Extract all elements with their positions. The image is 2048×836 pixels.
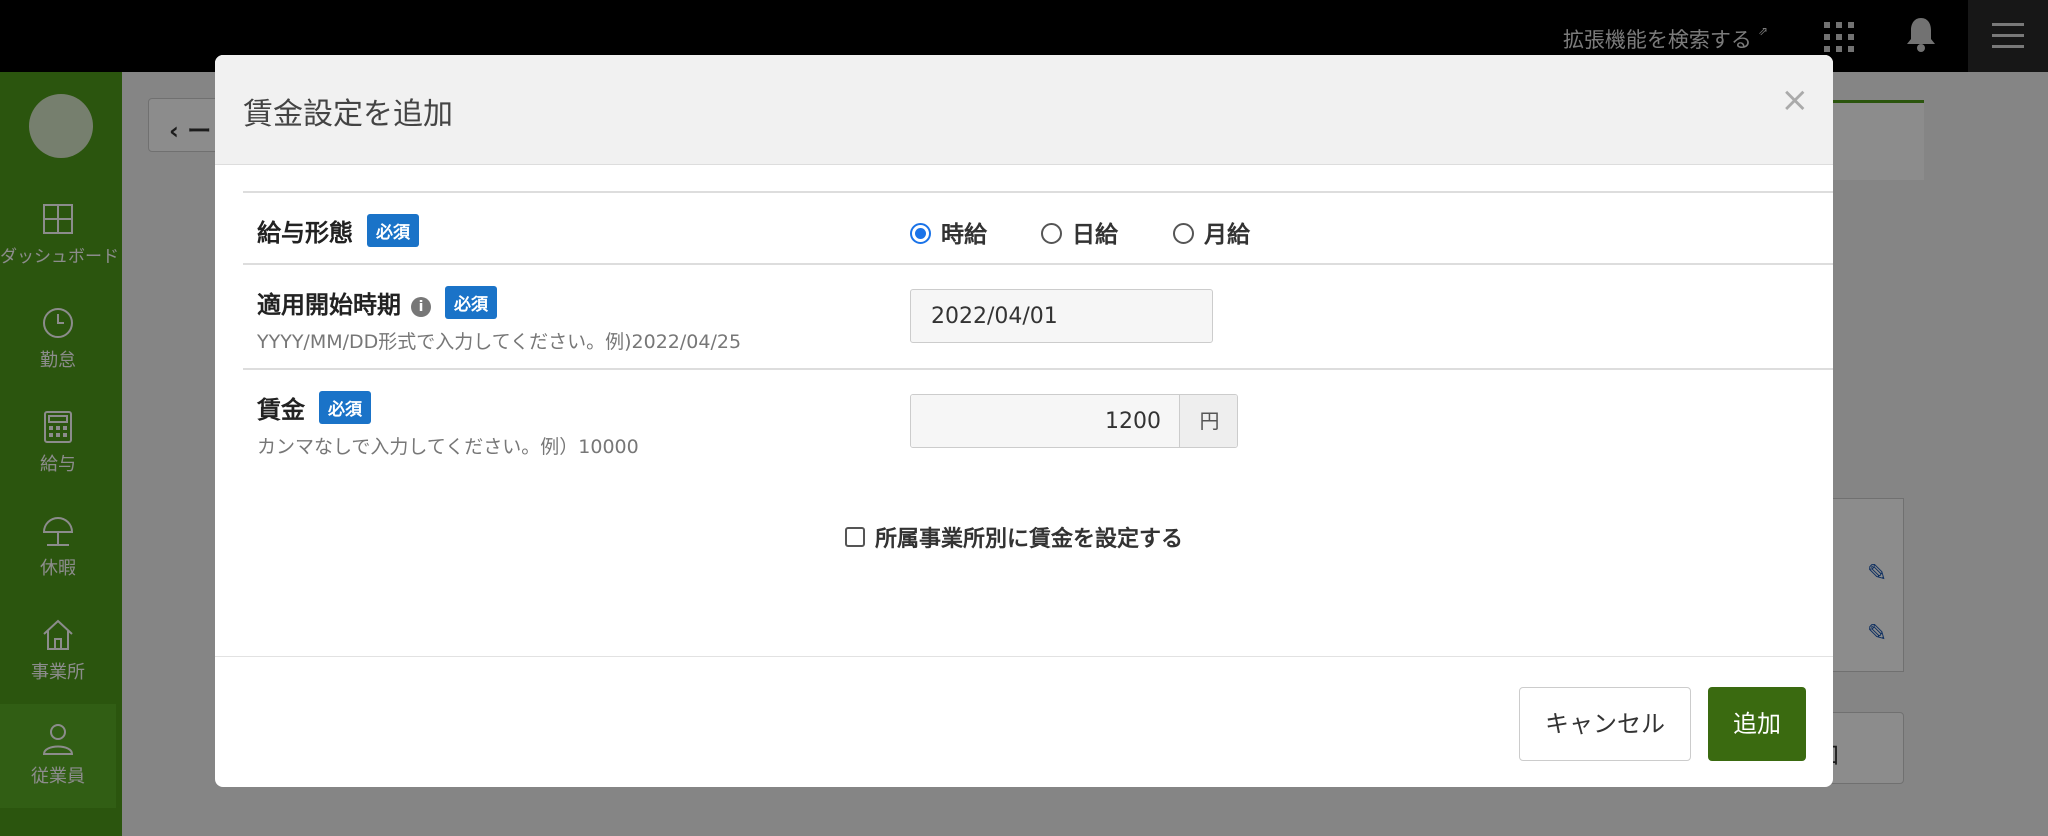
radio-hourly-input[interactable]: [910, 223, 931, 244]
start-date-label: 適用開始時期: [257, 291, 401, 319]
close-icon[interactable]: ×: [1781, 83, 1810, 117]
radio-daily-label: 日給: [1072, 222, 1118, 248]
office-wage-checkbox-input[interactable]: [845, 527, 865, 547]
required-badge: 必須: [319, 391, 371, 424]
start-date-hint: YYYY/MM/DD形式で入力してください。例)2022/04/25: [257, 331, 742, 353]
wage-input-group: 円: [910, 394, 1238, 448]
info-icon[interactable]: i: [411, 297, 431, 317]
pay-type-label: 給与形態: [257, 219, 353, 247]
wage-label-group: 賃金 必須: [257, 390, 371, 425]
radio-hourly[interactable]: 時給: [910, 215, 987, 249]
add-button[interactable]: 追加: [1708, 687, 1806, 761]
wage-row: 賃金必須 カンマなしで入力してください。例）10000 円: [243, 368, 1833, 478]
radio-monthly-label: 月給: [1204, 222, 1250, 248]
modal-title: 賃金設定を追加: [243, 97, 453, 132]
required-badge: 必須: [367, 214, 419, 247]
start-date-row: 適用開始時期 i 必須 YYYY/MM/DD形式で入力してください。例)2022/0…: [243, 263, 1833, 368]
pay-type-label-group: 給与形態 必須: [257, 213, 419, 248]
radio-monthly[interactable]: 月給: [1173, 215, 1250, 249]
radio-monthly-input[interactable]: [1173, 223, 1194, 244]
pay-type-row: 給与形態 必須 時給 日給 月給: [243, 191, 1833, 263]
wage-label: 賃金: [257, 396, 305, 424]
modal-footer: キャンセル 追加: [215, 656, 1833, 787]
radio-daily-input[interactable]: [1041, 223, 1062, 244]
radio-daily[interactable]: 日給: [1041, 215, 1118, 249]
start-date-label-group: 適用開始時期 i 必須: [257, 285, 497, 320]
office-wage-checkbox[interactable]: 所属事業所別に賃金を設定する: [845, 521, 1183, 553]
cancel-button[interactable]: キャンセル: [1519, 687, 1691, 761]
add-wage-modal: 賃金設定を追加 × 給与形態 必須 時給 日給 月給 適用開始時期 i 必須 YYYY…: [215, 55, 1833, 787]
wage-input[interactable]: [911, 395, 1179, 447]
office-wage-checkbox-label: 所属事業所別に賃金を設定する: [875, 527, 1184, 552]
radio-hourly-label: 時給: [941, 222, 987, 248]
modal-header: 賃金設定を追加 ×: [215, 55, 1833, 165]
wage-hint: カンマなしで入力してください。例）10000: [257, 436, 639, 458]
start-date-input[interactable]: [910, 289, 1213, 343]
wage-unit: 円: [1179, 395, 1237, 447]
required-badge: 必須: [445, 286, 497, 319]
